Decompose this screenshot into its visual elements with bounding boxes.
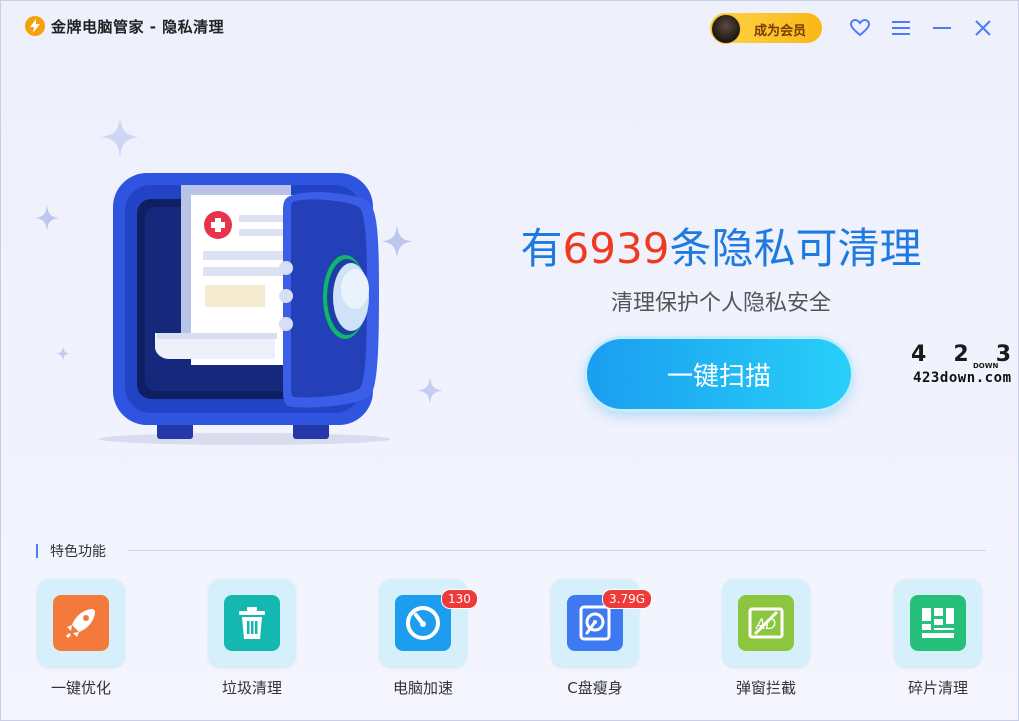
trash-icon — [224, 595, 280, 651]
section-accent-bar — [36, 544, 38, 558]
rocket-icon — [53, 595, 109, 651]
sparkle-icon — [417, 377, 443, 404]
become-member-button[interactable]: 成为会员 — [710, 13, 822, 44]
menu-icon[interactable] — [890, 17, 912, 39]
sparkle-icon — [101, 117, 139, 157]
app-window: 金牌电脑管家 - 隐私清理 成为会员 有6939条隐私可清理 清理保护个人隐私安… — [0, 0, 1019, 721]
section-title: 特色功能 — [50, 544, 106, 560]
title-bar: 金牌电脑管家 - 隐私清理 成为会员 — [1, 1, 1018, 53]
feature-pc-speedup[interactable]: 130 电脑加速 — [350, 577, 478, 707]
speedup-badge: 130 — [441, 589, 478, 609]
disk-badge: 3.79G — [602, 589, 653, 609]
feature-label: 垃圾清理 — [221, 679, 282, 697]
hero-subtitle: 清理保护个人隐私安全 — [610, 291, 831, 316]
privacy-count-heading: 有6939条隐私可清理 — [421, 215, 1018, 276]
popup-block-icon: AD — [738, 595, 794, 651]
feature-tile[interactable] — [208, 579, 296, 667]
avatar — [711, 14, 741, 44]
privacy-count: 6939 — [562, 224, 670, 273]
watermark-logo: 423 DOWN 423down.com — [911, 342, 1011, 386]
watermark-middle: DOWN — [973, 362, 998, 370]
feature-junk-clean[interactable]: 垃圾清理 — [179, 577, 299, 707]
feature-popup-block[interactable]: AD 弹窗拦截 — [693, 577, 813, 707]
feature-tile[interactable] — [37, 579, 125, 667]
scan-button[interactable]: 一键扫描 — [587, 339, 851, 409]
privacy-safe-illustration — [99, 173, 391, 445]
feature-label: 一键优化 — [50, 679, 111, 697]
divider — [128, 550, 986, 551]
vip-label: 成为会员 — [754, 24, 807, 39]
feature-c-drive-slim[interactable]: 3.79G C盘瘦身 — [522, 577, 653, 707]
sparkle-icon — [56, 346, 70, 361]
feature-label: 碎片清理 — [907, 679, 968, 697]
feature-label: 电脑加速 — [392, 679, 453, 697]
heading-suffix: 条隐私可清理 — [669, 224, 922, 273]
feature-fragment-clean[interactable]: 碎片清理 — [865, 577, 985, 707]
watermark-bottom: 423down.com — [913, 370, 1011, 386]
heart-icon[interactable] — [849, 17, 871, 39]
lightning-logo-icon — [25, 16, 45, 36]
feature-tile[interactable]: AD — [722, 579, 810, 667]
feature-list: 一键优化 垃圾清理 130 电脑加速 3.79G C盘瘦身 弹窗拦截 碎片清理 — [1, 577, 1018, 717]
features-header: 特色功能 — [36, 541, 986, 561]
feature-label: 弹窗拦截 — [735, 679, 796, 697]
window-title: 金牌电脑管家 - 隐私清理 — [51, 18, 225, 36]
feature-tile[interactable] — [894, 579, 982, 667]
fragment-icon — [910, 595, 966, 651]
close-icon[interactable] — [972, 17, 994, 39]
sparkle-icon — [35, 205, 59, 231]
heading-prefix: 有 — [520, 224, 563, 273]
minimize-icon[interactable] — [931, 17, 953, 39]
feature-label: C盘瘦身 — [567, 679, 623, 697]
feature-one-click-optimize[interactable]: 一键优化 — [8, 577, 128, 707]
